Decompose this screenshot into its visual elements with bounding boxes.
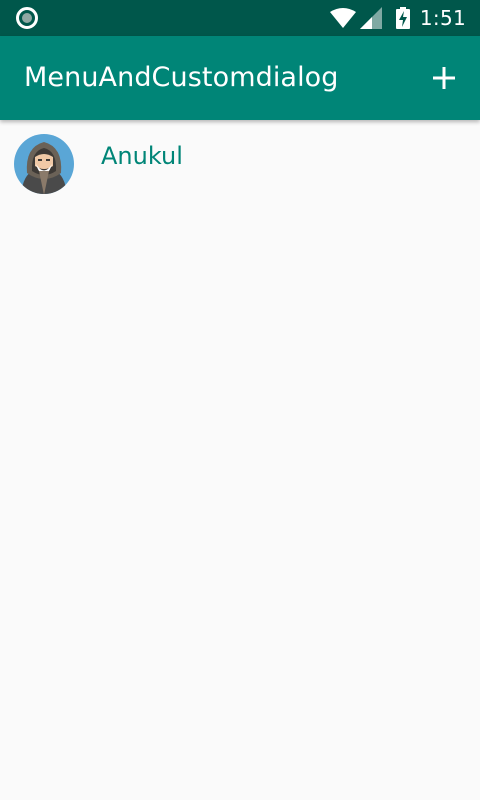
wifi-icon: [329, 8, 356, 28]
status-icons: 1:51: [329, 0, 466, 36]
add-icon: [433, 67, 455, 89]
app-bar: MenuAndCustomdialog: [0, 36, 480, 120]
clock: 1:51: [419, 6, 466, 30]
battery-charging-icon: [395, 7, 410, 29]
app-title: MenuAndCustomdialog: [24, 62, 339, 93]
content-list: Anukul: [0, 120, 480, 800]
add-button[interactable]: [422, 56, 466, 100]
cell-signal-icon: [359, 7, 382, 29]
notification-circle-icon: [16, 7, 38, 29]
hooded-man-avatar-icon: [14, 134, 74, 194]
list-item-name: Anukul: [101, 142, 183, 170]
status-bar: 1:51: [0, 0, 480, 36]
list-item[interactable]: Anukul: [0, 120, 480, 200]
